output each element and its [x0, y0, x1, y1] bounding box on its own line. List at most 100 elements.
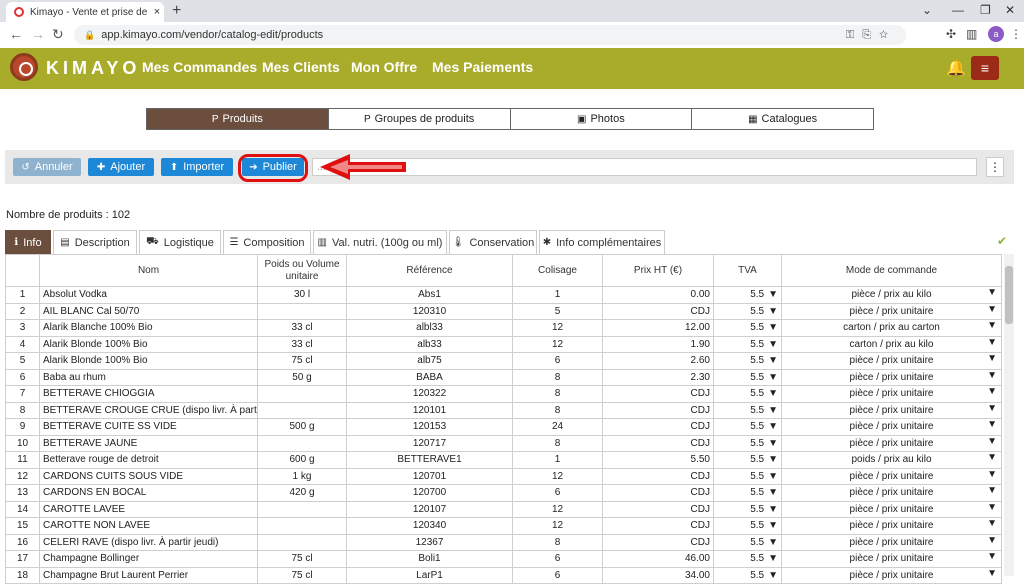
product-tva-select[interactable]: 5.5 ▼ — [713, 467, 782, 485]
product-weight[interactable]: 75 cl — [257, 566, 347, 584]
tab-info-complementaires[interactable]: ✱ Info complémentaires — [539, 230, 665, 254]
product-mode-select[interactable]: pièce / prix unitaire ▼ — [781, 368, 1002, 386]
product-weight[interactable] — [257, 302, 347, 320]
product-price[interactable]: CDJ — [602, 467, 714, 485]
product-mode-select[interactable]: pièce / prix unitaire ▼ — [781, 401, 1002, 419]
table-row[interactable]: 10 BETTERAVE JAUNE 120717 8 CDJ 5.5 ▼ pièce / p… — [5, 434, 1002, 452]
table-row[interactable]: 6 Baba au rhum 50 g BABA 8 2.30 5.5 ▼ pièce / pr… — [5, 368, 1002, 386]
product-reference[interactable]: BABA — [346, 368, 513, 386]
dropdown-arrow-icon[interactable]: ▼ — [987, 502, 997, 513]
url-field[interactable]: 🔒 app.kimayo.com/vendor/catalog-edit/pro… — [74, 25, 906, 45]
product-tva-select[interactable]: 5.5 ▼ — [713, 335, 782, 353]
dropdown-arrow-icon[interactable]: ▼ — [987, 370, 997, 381]
new-tab-button[interactable]: + — [172, 2, 181, 20]
product-reference[interactable]: Abs1 — [346, 286, 513, 304]
product-name[interactable]: BETTERAVE JAUNE — [39, 434, 258, 452]
table-row[interactable]: 15 CAROTTE NON LAVEE 120340 12 CDJ 5.5 ▼ pièce … — [5, 517, 1002, 535]
dropdown-arrow-icon[interactable]: ▼ — [987, 353, 997, 364]
product-reference[interactable]: 120310 — [346, 302, 513, 320]
minimize-icon[interactable]: — — [952, 3, 964, 17]
product-mode-select[interactable]: pièce / prix unitaire ▼ — [781, 418, 1002, 436]
profile-avatar[interactable]: a — [988, 26, 1004, 42]
browser-menu-icon[interactable]: ⋮ — [1010, 27, 1022, 41]
annuler-button[interactable]: ↺ Annuler — [13, 158, 81, 176]
product-price[interactable]: 2.30 — [602, 368, 714, 386]
dropdown-arrow-icon[interactable]: ▼ — [768, 553, 778, 564]
product-name[interactable]: Champagne Bollinger — [39, 550, 258, 568]
table-row[interactable]: 16 CELERI RAVE (dispo livr. À partir jeud… — [5, 533, 1002, 551]
table-row[interactable]: 17 Champagne Bollinger 75 cl Boli1 6 46.00 5.5… — [5, 550, 1002, 568]
chevron-down-icon[interactable]: ⌄ — [922, 3, 932, 17]
reload-icon[interactable]: ↻ — [52, 26, 64, 43]
product-price[interactable]: CDJ — [602, 385, 714, 403]
product-price[interactable]: CDJ — [602, 484, 714, 502]
product-name[interactable]: BETTERAVE CHIOGGIA — [39, 385, 258, 403]
product-weight[interactable]: 75 cl — [257, 550, 347, 568]
dropdown-arrow-icon[interactable]: ▼ — [768, 421, 778, 432]
product-reference[interactable]: BETTERAVE1 — [346, 451, 513, 469]
product-colisage[interactable]: 6 — [512, 484, 603, 502]
extensions-icon[interactable]: ✣ — [946, 27, 956, 41]
product-mode-select[interactable]: pièce / prix unitaire ▼ — [781, 550, 1002, 568]
product-name[interactable]: Baba au rhum — [39, 368, 258, 386]
product-weight[interactable] — [257, 401, 347, 419]
product-colisage[interactable]: 1 — [512, 451, 603, 469]
product-colisage[interactable]: 6 — [512, 352, 603, 370]
product-tva-select[interactable]: 5.5 ▼ — [713, 500, 782, 518]
product-weight[interactable]: 30 l — [257, 286, 347, 304]
product-tva-select[interactable]: 5.5 ▼ — [713, 401, 782, 419]
col-header-poids[interactable]: Poids ou Volume unitaire — [257, 254, 347, 287]
tab-description[interactable]: ▤ Description — [53, 230, 137, 254]
tab-conservation[interactable]: 🌡 Conservation — [449, 230, 537, 254]
dropdown-arrow-icon[interactable]: ▼ — [768, 289, 778, 300]
logo-text[interactable]: KIMAYO — [46, 58, 140, 79]
product-name[interactable]: Alarik Blanche 100% Bio — [39, 319, 258, 337]
dropdown-arrow-icon[interactable]: ▼ — [768, 388, 778, 399]
product-name[interactable]: Alarik Blonde 100% Bio — [39, 352, 258, 370]
dropdown-arrow-icon[interactable]: ▼ — [768, 339, 778, 350]
dropdown-arrow-icon[interactable]: ▼ — [987, 436, 997, 447]
dropdown-arrow-icon[interactable]: ▼ — [987, 452, 997, 463]
product-price[interactable]: 0.00 — [602, 286, 714, 304]
segment-photos[interactable]: ▣ Photos — [510, 109, 693, 129]
omnibox-actions-icon[interactable]: ⚿⎘☆ — [846, 29, 896, 42]
forward-icon[interactable]: → — [31, 26, 45, 42]
dropdown-arrow-icon[interactable]: ▼ — [987, 386, 997, 397]
product-reference[interactable]: 120700 — [346, 484, 513, 502]
product-weight[interactable]: 600 g — [257, 451, 347, 469]
product-reference[interactable]: 120340 — [346, 517, 513, 535]
dropdown-arrow-icon[interactable]: ▼ — [768, 487, 778, 498]
product-reference[interactable]: 120107 — [346, 500, 513, 518]
product-name[interactable]: CARDONS EN BOCAL — [39, 484, 258, 502]
product-name[interactable]: Betterave rouge de detroit — [39, 451, 258, 469]
product-reference[interactable]: alb33 — [346, 335, 513, 353]
tab-composition[interactable]: ☰ Composition — [223, 230, 311, 254]
kimayo-logo-icon[interactable] — [10, 53, 38, 81]
product-price[interactable]: CDJ — [602, 517, 714, 535]
col-header-nom[interactable]: Nom — [39, 254, 258, 287]
dropdown-arrow-icon[interactable]: ▼ — [768, 520, 778, 531]
product-weight[interactable]: 1 kg — [257, 467, 347, 485]
product-reference[interactable]: 120322 — [346, 385, 513, 403]
product-colisage[interactable]: 8 — [512, 385, 603, 403]
product-colisage[interactable]: 6 — [512, 550, 603, 568]
dropdown-arrow-icon[interactable]: ▼ — [768, 322, 778, 333]
nav-mon-offre[interactable]: Mon Offre — [351, 59, 417, 75]
product-name[interactable]: CAROTTE NON LAVEE — [39, 517, 258, 535]
product-colisage[interactable]: 8 — [512, 368, 603, 386]
product-weight[interactable]: 500 g — [257, 418, 347, 436]
nav-mes-clients[interactable]: Mes Clients — [262, 59, 340, 75]
product-mode-select[interactable]: pièce / prix unitaire ▼ — [781, 352, 1002, 370]
product-name[interactable]: CELERI RAVE (dispo livr. À partir jeudi) — [39, 533, 258, 551]
product-price[interactable]: CDJ — [602, 401, 714, 419]
back-icon[interactable]: ← — [9, 26, 23, 42]
product-weight[interactable] — [257, 517, 347, 535]
product-price[interactable]: 46.00 — [602, 550, 714, 568]
product-weight[interactable] — [257, 434, 347, 452]
table-row[interactable]: 12 CARDONS CUITS SOUS VIDE 1 kg 120701 12 CDJ… — [5, 467, 1002, 485]
table-row[interactable]: 2 AIL BLANC Cal 50/70 120310 5 CDJ 5.5 ▼ pièce … — [5, 302, 1002, 320]
close-window-icon[interactable]: ✕ — [1005, 3, 1015, 17]
product-price[interactable]: 34.00 — [602, 566, 714, 584]
product-weight[interactable]: 33 cl — [257, 335, 347, 353]
dropdown-arrow-icon[interactable]: ▼ — [768, 537, 778, 548]
